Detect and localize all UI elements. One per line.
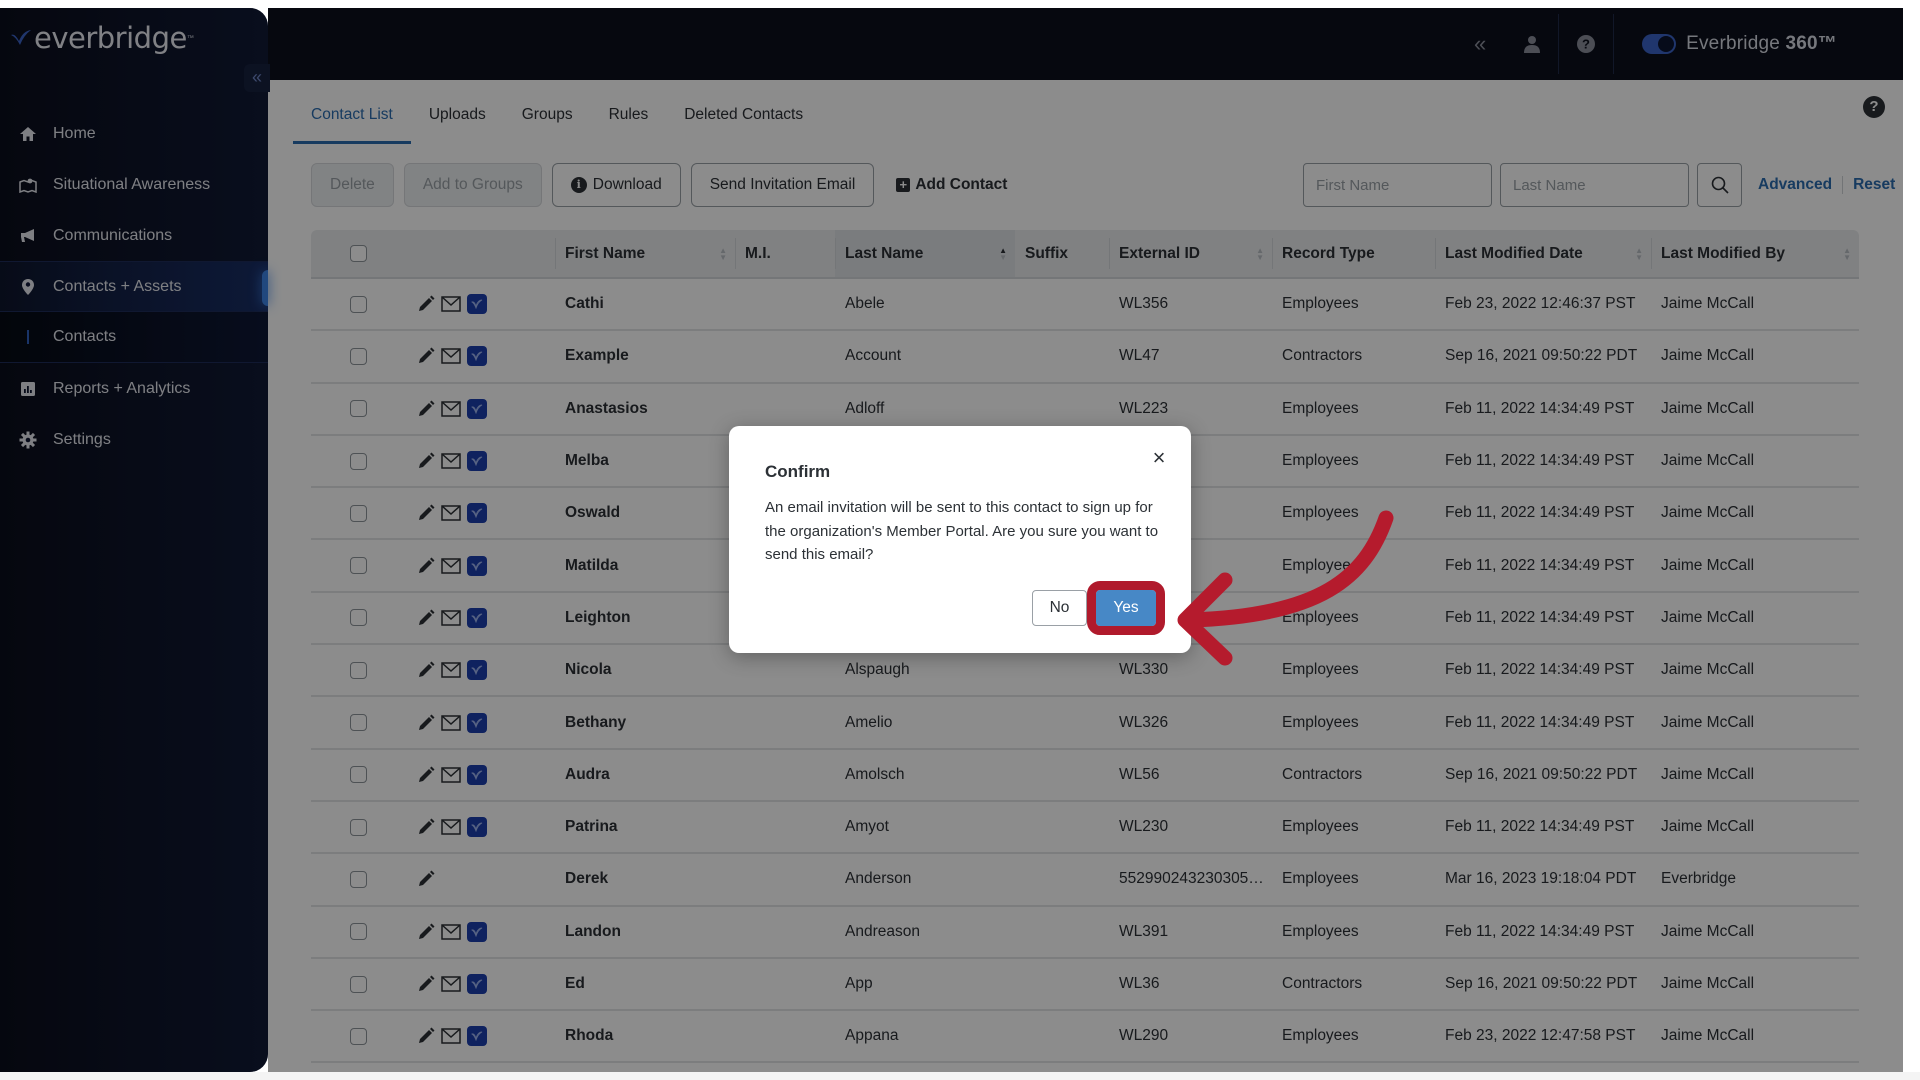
- chart-icon: [18, 379, 38, 399]
- sidebar-item-label: Home: [53, 124, 96, 142]
- collapse-panel-button[interactable]: «: [1454, 8, 1506, 80]
- sidebar-item-contacts-assets[interactable]: Contacts + Assets: [0, 261, 268, 312]
- sidebar-item-settings[interactable]: Settings: [0, 414, 268, 465]
- logo-tm: ™: [186, 34, 194, 42]
- app-window: everbridge ™ « Home Situational Awarenes…: [0, 8, 1920, 1072]
- confirm-dialog: Confirm × An email invitation will be se…: [729, 426, 1191, 653]
- map-icon: [18, 175, 38, 195]
- yes-button[interactable]: Yes: [1087, 581, 1165, 635]
- brand-360-label: Everbridge 360™: [1686, 33, 1837, 55]
- window-edge: [0, 1072, 1920, 1080]
- megaphone-icon: [18, 226, 38, 246]
- sidebar-item-label: Situational Awareness: [53, 175, 211, 193]
- gear-icon: [18, 430, 38, 450]
- sidebar-item-label: Settings: [53, 430, 111, 448]
- sidebar-item-label: Communications: [53, 226, 173, 244]
- sidebar-nav: Home Situational Awareness Communication…: [0, 108, 268, 465]
- user-profile-button[interactable]: [1506, 8, 1558, 80]
- sidebar-item-home[interactable]: Home: [0, 108, 268, 159]
- logo-mark-icon: [11, 30, 31, 45]
- sidebar-collapse-button[interactable]: «: [244, 64, 270, 92]
- dialog-message: An email invitation will be sent to this…: [765, 499, 1159, 563]
- close-icon[interactable]: ×: [1149, 447, 1169, 469]
- sidebar-item-label: Contacts + Assets: [53, 277, 182, 295]
- toggle-switch[interactable]: [1642, 34, 1677, 54]
- sidebar-item-label: Contacts: [53, 328, 117, 345]
- everbridge-360-switch[interactable]: Everbridge 360™: [1614, 8, 1903, 80]
- user-icon: [1524, 36, 1541, 53]
- sidebar-item-reports-analytics[interactable]: Reports + Analytics: [0, 363, 268, 414]
- sidebar-item-situational-awareness[interactable]: Situational Awareness: [0, 159, 268, 210]
- window-edge: [1903, 8, 1920, 1072]
- dialog-footer: No Yes: [1032, 581, 1165, 635]
- everbridge-logo[interactable]: everbridge ™: [10, 18, 194, 58]
- active-indicator: [27, 330, 29, 344]
- sidebar-item-communications[interactable]: Communications: [0, 210, 268, 261]
- sidebar: everbridge ™ « Home Situational Awarenes…: [0, 8, 270, 1072]
- location-pin-icon: [18, 277, 38, 297]
- dialog-title: Confirm: [765, 462, 831, 481]
- sidebar-item-label: Reports + Analytics: [53, 379, 191, 397]
- top-bar: « ? Everbridge 360™: [268, 8, 1903, 80]
- sidebar-item-contacts[interactable]: Contacts: [0, 312, 268, 363]
- logo-text: everbridge: [34, 21, 187, 55]
- brand-name: Everbridge: [1686, 33, 1780, 54]
- home-icon: [18, 124, 38, 144]
- annotation-arrow-icon: [1177, 510, 1394, 666]
- brand-360: 360™: [1785, 33, 1837, 54]
- svg-text:?: ?: [1582, 37, 1590, 52]
- top-bar-actions: « ? Everbridge 360™: [1454, 8, 1903, 80]
- no-button[interactable]: No: [1032, 590, 1087, 626]
- help-button[interactable]: ?: [1559, 8, 1613, 80]
- help-icon: ?: [1577, 35, 1596, 53]
